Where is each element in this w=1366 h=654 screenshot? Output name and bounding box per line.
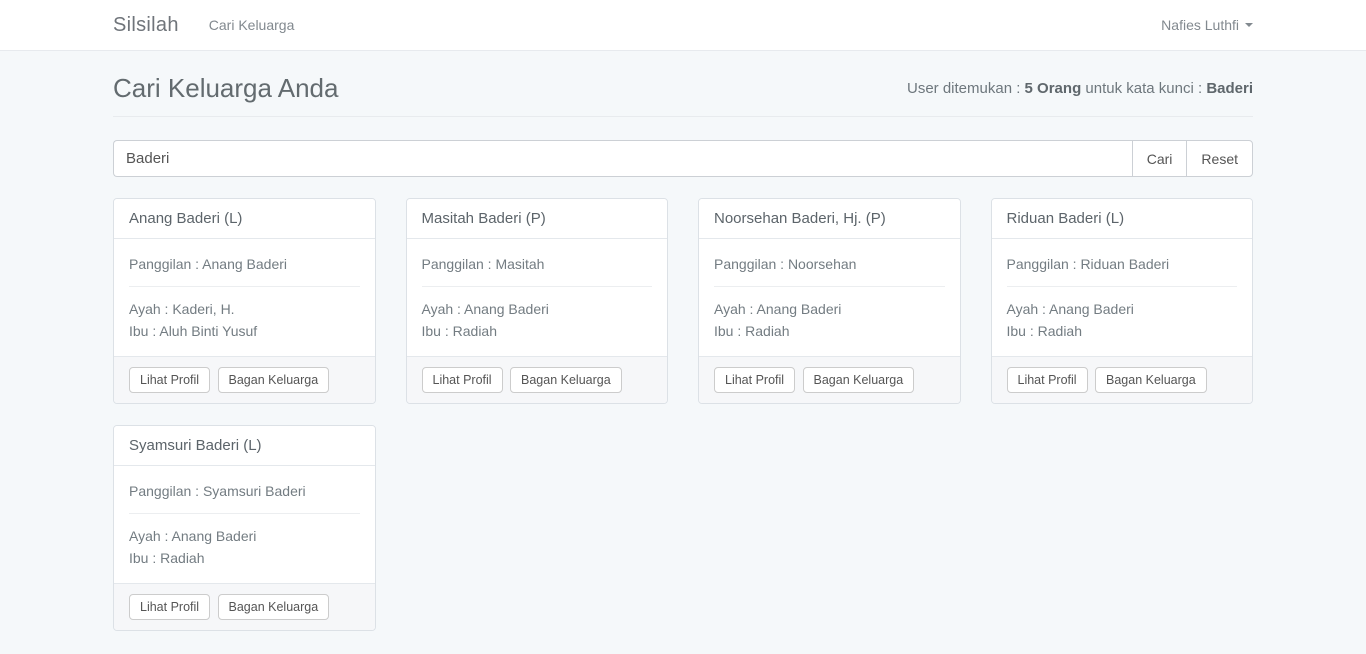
caret-down-icon (1245, 23, 1253, 27)
lihat-profil-button[interactable]: Lihat Profil (714, 367, 795, 393)
search-input[interactable] (113, 140, 1132, 177)
person-ayah: Ayah : Kaderi, H. (129, 298, 360, 320)
person-card-title: Anang Baderi (L) (114, 199, 375, 239)
person-card: Masitah Baderi (P) Panggilan : Masitah A… (406, 198, 669, 404)
result-middle: untuk kata kunci : (1081, 80, 1206, 97)
divider (129, 513, 360, 514)
user-dropdown[interactable]: Nafies Luthfi (1161, 17, 1253, 33)
person-card: Noorsehan Baderi, Hj. (P) Panggilan : No… (698, 198, 961, 404)
user-dropdown-label: Nafies Luthfi (1161, 17, 1239, 33)
bagan-keluarga-button[interactable]: Bagan Keluarga (803, 367, 915, 393)
person-card-title: Syamsuri Baderi (L) (114, 426, 375, 466)
bagan-keluarga-button[interactable]: Bagan Keluarga (218, 367, 330, 393)
person-ayah: Ayah : Anang Baderi (129, 525, 360, 547)
top-navbar: Silsilah Cari Keluarga Nafies Luthfi (0, 0, 1366, 51)
person-ibu: Ibu : Radiah (422, 320, 653, 342)
person-ibu: Ibu : Radiah (714, 320, 945, 342)
lihat-profil-button[interactable]: Lihat Profil (422, 367, 503, 393)
person-ibu: Ibu : Radiah (129, 547, 360, 569)
person-card-title: Riduan Baderi (L) (992, 199, 1253, 239)
lihat-profil-button[interactable]: Lihat Profil (129, 367, 210, 393)
person-panggilan: Panggilan : Anang Baderi (129, 253, 360, 275)
person-panggilan: Panggilan : Noorsehan (714, 253, 945, 275)
divider (129, 286, 360, 287)
person-card-title: Masitah Baderi (P) (407, 199, 668, 239)
lihat-profil-button[interactable]: Lihat Profil (129, 594, 210, 620)
divider (714, 286, 945, 287)
result-keyword: Baderi (1206, 80, 1253, 97)
bagan-keluarga-button[interactable]: Bagan Keluarga (218, 594, 330, 620)
brand-silsilah[interactable]: Silsilah (113, 14, 179, 37)
person-panggilan: Panggilan : Riduan Baderi (1007, 253, 1238, 275)
person-ayah: Ayah : Anang Baderi (1007, 298, 1238, 320)
search-form: Cari Reset (113, 140, 1253, 177)
person-panggilan: Panggilan : Masitah (422, 253, 653, 275)
person-ayah: Ayah : Anang Baderi (422, 298, 653, 320)
search-result-summary: User ditemukan : 5 Orang untuk kata kunc… (907, 80, 1253, 97)
result-count: 5 Orang (1025, 80, 1082, 97)
person-ibu: Ibu : Radiah (1007, 320, 1238, 342)
person-ayah: Ayah : Anang Baderi (714, 298, 945, 320)
lihat-profil-button[interactable]: Lihat Profil (1007, 367, 1088, 393)
person-card: Syamsuri Baderi (L) Panggilan : Syamsuri… (113, 425, 376, 631)
person-ibu: Ibu : Aluh Binti Yusuf (129, 320, 360, 342)
person-panggilan: Panggilan : Syamsuri Baderi (129, 480, 360, 502)
bagan-keluarga-button[interactable]: Bagan Keluarga (510, 367, 622, 393)
divider (422, 286, 653, 287)
results-grid: Anang Baderi (L) Panggilan : Anang Bader… (113, 198, 1253, 631)
bagan-keluarga-button[interactable]: Bagan Keluarga (1095, 367, 1207, 393)
cari-button[interactable]: Cari (1132, 140, 1187, 177)
person-card: Anang Baderi (L) Panggilan : Anang Bader… (113, 198, 376, 404)
reset-button[interactable]: Reset (1186, 140, 1253, 177)
person-card: Riduan Baderi (L) Panggilan : Riduan Bad… (991, 198, 1254, 404)
divider (1007, 286, 1238, 287)
person-card-title: Noorsehan Baderi, Hj. (P) (699, 199, 960, 239)
result-prefix: User ditemukan : (907, 80, 1025, 97)
nav-item-cari-keluarga[interactable]: Cari Keluarga (209, 17, 295, 33)
page-header: Cari Keluarga Anda User ditemukan : 5 Or… (113, 73, 1253, 117)
page-title: Cari Keluarga Anda (113, 73, 338, 104)
